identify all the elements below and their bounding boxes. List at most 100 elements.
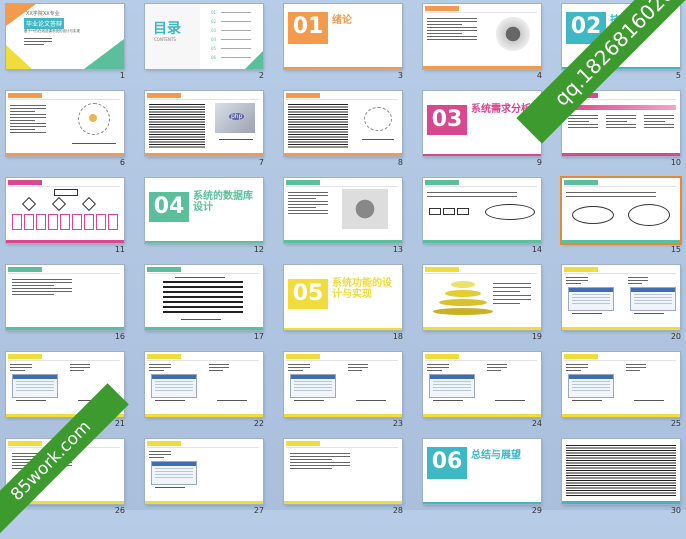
- slide-thumbnail-29[interactable]: 06 总结与展望 29: [420, 435, 558, 522]
- slide-number: 27: [253, 506, 264, 515]
- slide-number: 30: [670, 506, 681, 515]
- screenshot-titlebar: [569, 288, 613, 292]
- text-block: [427, 192, 517, 200]
- screenshot-row: [155, 471, 193, 472]
- slide-thumbnail-2[interactable]: 目录 CONTENTS 01 02 03 04 05 06 2: [142, 0, 280, 87]
- text-line: [288, 210, 328, 211]
- text-line: [427, 30, 477, 31]
- slide-thumbnail-20[interactable]: 20: [559, 261, 686, 348]
- slide-number: 24: [531, 419, 542, 428]
- screenshot-row: [572, 384, 610, 385]
- er-entity: [457, 208, 469, 215]
- text-line: [644, 118, 674, 119]
- slide-thumbnail-22[interactable]: 22: [142, 348, 280, 435]
- text-line: [487, 364, 507, 365]
- slide-preview: [145, 352, 263, 417]
- cover-shape-green: [84, 39, 124, 69]
- slide-number: 12: [253, 245, 264, 254]
- slide-preview: [145, 265, 263, 330]
- section-number: 04: [153, 194, 185, 219]
- text-line: [10, 364, 32, 365]
- slide-thumbnail-8[interactable]: 8: [281, 87, 419, 174]
- slide-header-tag: [147, 354, 181, 359]
- text-line: [70, 370, 84, 371]
- bottom-stripe: [6, 327, 124, 330]
- slide-header-tag: [286, 354, 320, 359]
- text-line: [427, 24, 462, 25]
- slide-preview: 01 绪论: [284, 4, 402, 69]
- text-line: [290, 468, 332, 469]
- slide-number: 19: [531, 332, 542, 341]
- slide-number: 28: [392, 506, 403, 515]
- text-line: [288, 201, 328, 202]
- slide-thumbnail-17[interactable]: 17: [142, 261, 280, 348]
- slide-thumbnail-15[interactable]: 15: [559, 174, 686, 261]
- slide-thumbnail-4[interactable]: 4: [420, 0, 558, 87]
- slide-number: 20: [670, 332, 681, 341]
- slide-thumbnail-25[interactable]: 25: [559, 348, 686, 435]
- slide-thumbnail-12[interactable]: 04 系统的数据库设计 12: [142, 174, 280, 261]
- slide-thumbnail-7[interactable]: php 7: [142, 87, 280, 174]
- figure-caption: [155, 400, 185, 401]
- section-title: 绪论: [332, 15, 352, 26]
- slide-header-tag: [425, 267, 459, 272]
- slide-number: 6: [119, 158, 125, 167]
- slide-thumbnail-3[interactable]: 01 绪论 3: [281, 0, 419, 87]
- toc-item-number: 01: [211, 10, 217, 15]
- text-block: [24, 38, 52, 47]
- slide-number: 10: [670, 158, 681, 167]
- screenshot-row: [634, 300, 672, 301]
- screenshot-titlebar: [152, 462, 196, 466]
- bottom-stripe: [423, 502, 541, 504]
- slide-thumbnail-6[interactable]: 6: [3, 87, 141, 174]
- toc-title: 目录: [153, 21, 181, 37]
- bottom-stripe: [6, 240, 124, 243]
- slide-number: 13: [392, 245, 403, 254]
- slide-thumbnail-11[interactable]: 11: [3, 174, 141, 261]
- slide-thumbnail-18[interactable]: 05 系统功能的设计与实现 18: [281, 261, 419, 348]
- slide-header-tag: [425, 354, 459, 359]
- text-line: [290, 456, 350, 457]
- toc-item-line: [221, 39, 251, 40]
- toc-corner: [245, 51, 263, 69]
- slide-thumbnail-24[interactable]: 24: [420, 348, 558, 435]
- slide-thumbnail-30[interactable]: 30: [559, 435, 686, 522]
- flowchart-box: [36, 214, 46, 230]
- toc-item-number: 03: [211, 28, 217, 33]
- slide-preview: [284, 439, 402, 504]
- text-line: [348, 367, 368, 368]
- slide-thumbnail-1[interactable]: XX学院XX专业 毕业论文答辩 基于**的在线选课系统的设计与实现 1: [3, 0, 141, 87]
- toc-item-line: [221, 30, 251, 31]
- text-line: [568, 115, 598, 116]
- text-block: [568, 115, 598, 130]
- cover-title: 毕业论文答辩: [24, 18, 65, 29]
- section-title: 总结与展望: [471, 450, 521, 461]
- flowchart-box: [24, 214, 34, 230]
- slide-header-line: [425, 273, 537, 274]
- screenshot-image: [151, 374, 197, 398]
- slide-thumbnail-13[interactable]: 13: [281, 174, 419, 261]
- slide-thumbnail-28[interactable]: 28: [281, 435, 419, 522]
- figure-caption: [294, 400, 324, 401]
- text-line: [644, 127, 674, 128]
- text-line: [427, 370, 443, 371]
- bottom-stripe: [284, 240, 402, 243]
- screenshot-row: [155, 387, 193, 388]
- slide-thumbnail-23[interactable]: 23: [281, 348, 419, 435]
- slide-preview: [423, 4, 541, 69]
- slide-number: 29: [531, 506, 542, 515]
- text-line: [10, 367, 32, 368]
- text-line: [487, 367, 507, 368]
- bottom-stripe: [284, 501, 402, 504]
- text-line: [149, 451, 171, 452]
- slide-header-line: [286, 360, 398, 361]
- slide-header-line: [286, 186, 398, 187]
- slide-thumbnail-19[interactable]: 19: [420, 261, 558, 348]
- slide-header-tag: [286, 180, 320, 185]
- slide-thumbnail-27[interactable]: 27: [142, 435, 280, 522]
- text-block: [427, 364, 449, 373]
- bottom-stripe: [145, 241, 263, 243]
- slide-header-line: [147, 360, 259, 361]
- slide-thumbnail-16[interactable]: 16: [3, 261, 141, 348]
- slide-thumbnail-14[interactable]: 14: [420, 174, 558, 261]
